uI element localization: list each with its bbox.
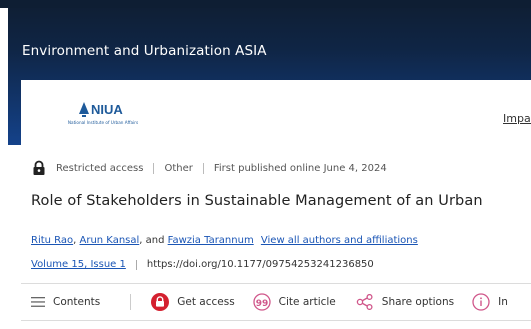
author-list: Ritu Rao, Arun Kansal, and Fawzia Tarann…: [31, 235, 418, 246]
info-label: In: [498, 296, 508, 308]
svg-text:99: 99: [255, 299, 268, 309]
doi-link[interactable]: https://doi.org/10.1177/0975425324123685…: [147, 259, 374, 270]
lock-circle-icon: [151, 293, 170, 311]
cite-article-label: Cite article: [278, 296, 336, 308]
article-type: Other: [164, 162, 193, 174]
lock-icon: [33, 160, 45, 175]
published-date: First published online June 4, 2024: [213, 162, 387, 174]
niua-logo-text: NIUA: [91, 102, 123, 117]
share-icon: [356, 294, 373, 310]
author-link[interactable]: Arun Kansal: [80, 235, 140, 246]
article-title: Role of Stakeholders in Sustainable Mana…: [31, 193, 483, 209]
get-access-button[interactable]: Get access: [151, 293, 235, 311]
volume-divider: [135, 259, 137, 270]
niua-logo-mark: NIUA: [79, 102, 123, 117]
impact-link[interactable]: Impact: [503, 112, 531, 125]
cite-article-button[interactable]: 99 Cite article: [253, 293, 336, 311]
share-options-label: Share options: [381, 296, 455, 308]
journal-title[interactable]: Environment and Urbanization ASIA: [22, 43, 267, 59]
info-button[interactable]: In: [472, 293, 508, 311]
volume-issue-link[interactable]: Volume 15, Issue 1: [31, 259, 126, 270]
volume-doi-line: Volume 15, Issue 1 https://doi.org/10.11…: [31, 259, 374, 270]
article-meta: Restricted access Other First published …: [31, 160, 387, 176]
contents-label: Contents: [53, 296, 101, 308]
toolbar-divider: [130, 294, 132, 310]
contents-button[interactable]: Contents: [31, 296, 100, 308]
niua-logo-subtitle: National Institute of Urban Affairs: [67, 120, 139, 125]
niua-logo[interactable]: NIUA National Institute of Urban Affairs: [44, 96, 162, 130]
author-separator: , and: [139, 235, 168, 246]
meta-divider: [202, 162, 204, 174]
top-border: [0, 0, 531, 8]
share-options-button[interactable]: Share options: [356, 294, 454, 310]
article-page: Environment and Urbanization ASIA NIUA N…: [0, 0, 531, 329]
article-toolbar: Contents Get access 99 Cite article Shar…: [21, 283, 531, 321]
view-authors-link[interactable]: View all authors and affiliations: [261, 235, 418, 246]
access-status: Restricted access: [56, 162, 144, 174]
meta-divider: [153, 162, 155, 174]
list-icon: [31, 297, 45, 307]
society-bar: NIUA National Institute of Urban Affairs…: [21, 80, 531, 145]
get-access-label: Get access: [177, 296, 235, 308]
author-link[interactable]: Ritu Rao: [31, 235, 73, 246]
author-link[interactable]: Fawzia Tarannum: [168, 235, 254, 246]
info-icon: [472, 293, 490, 311]
quote-icon: 99: [253, 293, 271, 311]
